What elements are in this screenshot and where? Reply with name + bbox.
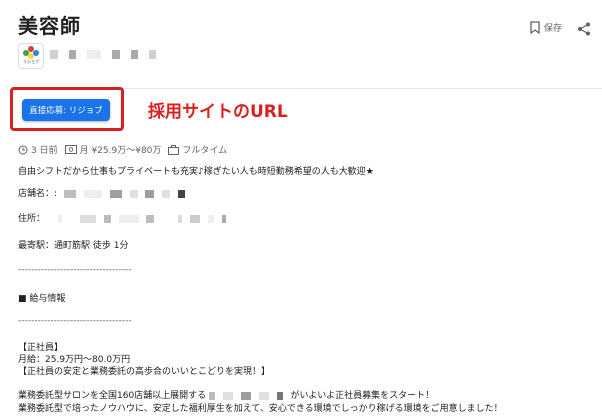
paragraph-2: 業務委託型で培ったノウハウに、安定した福利厚生を加えて、安心できる環境でしっかり… [18, 404, 503, 414]
salary: 月 ¥25.9万～¥80万 [79, 146, 162, 156]
separator: ----------------------------------- [18, 265, 132, 275]
share-icon[interactable] [577, 22, 591, 36]
posted-time: 3 日前 [31, 146, 58, 156]
company-logo: リジョブ [18, 43, 44, 69]
nearest-station: 最寄駅：通町筋駅 徒歩 1分 [18, 241, 129, 251]
address-row: 住所： [18, 211, 231, 224]
briefcase-icon [168, 144, 180, 155]
logo-text: リジョブ [23, 59, 39, 64]
bookmark-icon [530, 21, 540, 34]
money-icon [64, 145, 77, 154]
company-name-redacted [50, 44, 162, 59]
paragraph-1: 業務委託型サロンを全国160店舗以上展開する がいよいよ正社員募集をスタート！ [18, 388, 434, 401]
paragraph-1-start: 業務委託型サロンを全国160店舗以上展開する [18, 391, 207, 401]
description-intro: 自由シフトだから仕事もプライベートも充実♪稼ぎたい人も時短勤務希望の人も大歓迎★ [18, 167, 374, 177]
job-title: 美容師 [18, 14, 81, 38]
annotation-label: 採用サイトのURL [148, 102, 288, 122]
job-meta: 3 日前 月 ¥25.9万～¥80万 フルタイム [18, 143, 227, 156]
employment-type: フルタイム [182, 146, 228, 156]
clock-icon [18, 145, 28, 154]
paragraph-1-end: がいよいよ正社員募集をスタート！ [290, 391, 435, 401]
save-label: 保存 [544, 24, 563, 34]
store-label: 店舗名：: [18, 189, 58, 199]
apply-button[interactable]: 直接応募: リジョブ [22, 99, 110, 121]
tagline: 【正社員の安定と業務委託の高歩合のいいとこどりを実現！】 [18, 367, 271, 377]
store-name-row: 店舗名：: [18, 186, 190, 199]
separator: ----------------------------------- [18, 316, 132, 326]
save-button[interactable]: 保存 [530, 21, 562, 34]
section-heading: ■ 給与情報 [18, 294, 66, 304]
address-label: 住所： [18, 214, 46, 224]
